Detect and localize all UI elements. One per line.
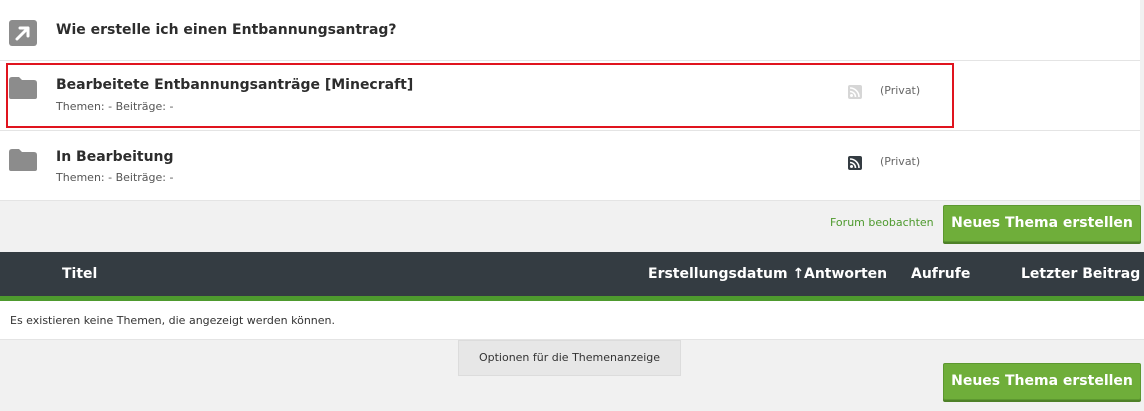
empty-thread-list: Es existieren keine Themen, die angezeig… (0, 301, 1144, 340)
thread-table-header: Titel Erstellungsdatum ↑ Antworten Aufru… (0, 252, 1144, 301)
forum-list: Wie erstelle ich einen Entbannungsantrag… (0, 0, 1140, 201)
private-label: (Privat) (880, 155, 921, 168)
rss-icon[interactable] (848, 85, 862, 99)
forum-title[interactable]: In Bearbeitung (56, 149, 174, 165)
folder-icon (9, 149, 37, 175)
forum-row-bearbeitete[interactable]: Bearbeitete Entbannungsanträge [Minecraf… (0, 61, 1140, 131)
private-label: (Privat) (880, 84, 921, 97)
thread-actions: Forum beobachten Neues Thema erstellen (0, 203, 1144, 250)
rss-icon[interactable] (848, 156, 862, 170)
thread-display-options-button[interactable]: Optionen für die Themenanzeige (458, 340, 681, 376)
forum-meta: Themen: - Beiträge: - (56, 171, 174, 184)
column-replies[interactable]: Antworten (804, 266, 887, 282)
redirect-arrow-icon (9, 20, 37, 46)
forum-title[interactable]: Bearbeitete Entbannungsanträge [Minecraf… (56, 77, 413, 93)
folder-icon (9, 77, 37, 103)
column-created-date[interactable]: Erstellungsdatum ↑ (648, 266, 804, 282)
new-thread-button[interactable]: Neues Thema erstellen (943, 205, 1141, 242)
column-views[interactable]: Aufrufe (911, 266, 970, 282)
column-last-post[interactable]: Letzter Beitrag (1021, 266, 1140, 282)
column-title[interactable]: Titel (62, 266, 97, 282)
forum-title[interactable]: Wie erstelle ich einen Entbannungsantrag… (56, 22, 397, 38)
forum-meta: Themen: - Beiträge: - (56, 100, 174, 113)
watch-forum-link[interactable]: Forum beobachten (830, 216, 934, 229)
forum-row-redirect[interactable]: Wie erstelle ich einen Entbannungsantrag… (0, 0, 1140, 61)
forum-row-in-bearbeitung[interactable]: In Bearbeitung Themen: - Beiträge: - (Pr… (0, 131, 1140, 201)
empty-message: Es existieren keine Themen, die angezeig… (10, 314, 335, 327)
new-thread-button-bottom[interactable]: Neues Thema erstellen (943, 363, 1141, 400)
